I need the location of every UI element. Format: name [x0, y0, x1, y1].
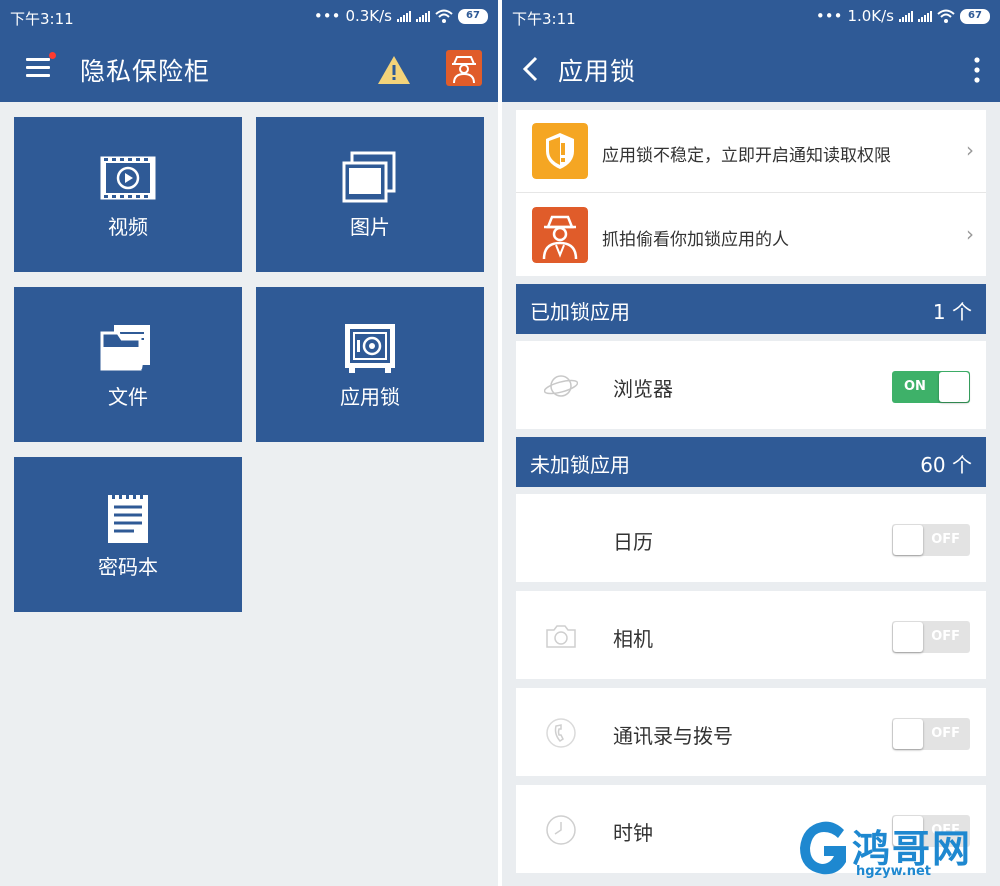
notification-dot	[49, 52, 56, 59]
signal-icon	[416, 10, 430, 22]
chevron-right-icon: ›	[966, 222, 974, 246]
folder-icon	[100, 325, 150, 371]
tile-pictures[interactable]: 图片	[256, 117, 484, 272]
app-bar: 隐私保险柜	[0, 34, 498, 102]
status-bar: 下午3:11 ••• 0.3K/s 67	[0, 0, 498, 34]
lock-toggle[interactable]: OFF	[892, 621, 970, 653]
app-name: 时钟	[613, 821, 653, 845]
divider	[516, 192, 986, 193]
notice-card: 应用锁不稳定，立即开启通知读取权限 › 抓拍偷看你加锁应用的人 ›	[516, 110, 986, 276]
page-title: 隐私保险柜	[80, 57, 211, 86]
watermark-logo-icon	[800, 821, 846, 875]
lock-toggle[interactable]: OFF	[892, 524, 970, 556]
back-arrow-icon[interactable]	[520, 56, 540, 82]
toggle-state: OFF	[931, 532, 960, 547]
notice-row-permission[interactable]: 应用锁不稳定，立即开启通知读取权限 ›	[516, 110, 986, 192]
tile-video[interactable]: 视频	[14, 117, 242, 272]
phone-icon	[546, 718, 576, 748]
app-name: 相机	[613, 627, 653, 651]
notice-text: 应用锁不稳定，立即开启通知读取权限	[602, 146, 891, 166]
app-name: 通讯录与拨号	[613, 724, 733, 748]
shield-warning-icon	[532, 123, 588, 179]
tile-notebook[interactable]: 密码本	[14, 457, 242, 612]
tile-files[interactable]: 文件	[14, 287, 242, 442]
pictures-icon	[342, 151, 396, 203]
tile-label: 密码本	[98, 555, 158, 579]
site-watermark: 鸿哥网 hgzyw.net	[788, 810, 1000, 886]
tile-label: 图片	[350, 215, 390, 239]
spy-icon	[532, 207, 588, 263]
dots-icon: •••	[815, 7, 843, 25]
lock-toggle[interactable]: ON	[892, 371, 970, 403]
toggle-state: OFF	[931, 629, 960, 644]
status-time: 下午3:11	[10, 10, 74, 28]
safe-icon	[345, 324, 395, 373]
warning-icon[interactable]	[376, 54, 412, 86]
app-name: 浏览器	[613, 377, 673, 401]
tile-app-lock[interactable]: 应用锁	[256, 287, 484, 442]
more-options-icon[interactable]	[972, 56, 982, 84]
network-speed: 1.0K/s	[847, 7, 894, 25]
section-count: 60 个	[920, 453, 972, 477]
watermark-url: hgzyw.net	[856, 864, 932, 879]
toggle-knob	[939, 372, 969, 402]
toggle-knob	[893, 719, 923, 749]
signal-icon	[918, 10, 932, 22]
status-indicators: ••• 0.3K/s 67	[314, 7, 488, 25]
browser-planet-icon	[544, 375, 578, 397]
section-name: 已加锁应用	[530, 300, 630, 324]
app-bar: 应用锁	[502, 34, 1000, 102]
toggle-state: ON	[904, 379, 926, 394]
section-count: 1 个	[932, 300, 972, 324]
video-film-icon	[100, 156, 156, 200]
signal-icon	[899, 10, 913, 22]
section-name: 未加锁应用	[530, 453, 630, 477]
dots-icon: •••	[313, 7, 341, 25]
tile-label: 应用锁	[340, 385, 400, 409]
page-title: 应用锁	[558, 57, 637, 86]
notepad-icon	[108, 491, 148, 543]
notice-text: 抓拍偷看你加锁应用的人	[602, 230, 789, 250]
network-speed: 0.3K/s	[345, 7, 392, 25]
spy-icon[interactable]	[446, 50, 482, 86]
app-name: 日历	[613, 530, 653, 554]
status-time: 下午3:11	[512, 10, 576, 28]
status-bar: 下午3:11 ••• 1.0K/s 67	[502, 0, 1000, 34]
unlocked-apps-header: 未加锁应用 60 个	[516, 437, 986, 487]
clock-icon	[546, 815, 576, 845]
battery-level: 67	[960, 8, 990, 24]
tile-label: 文件	[108, 385, 148, 409]
locked-apps-header: 已加锁应用 1 个	[516, 284, 986, 334]
wifi-icon	[435, 9, 453, 23]
menu-button[interactable]	[26, 52, 56, 78]
status-indicators: ••• 1.0K/s 67	[816, 7, 990, 25]
chevron-right-icon: ›	[966, 138, 974, 162]
signal-icon	[397, 10, 411, 22]
battery-level: 67	[458, 8, 488, 24]
app-lock-screen: 下午3:11 ••• 1.0K/s 67 应用锁 应用锁不稳定，立即开启通知读取…	[502, 0, 1000, 886]
toggle-knob	[893, 622, 923, 652]
privacy-vault-screen: 下午3:11 ••• 0.3K/s 67 隐私保险柜 视频 图片 文件 应用锁 …	[0, 0, 498, 886]
toggle-state: OFF	[931, 726, 960, 741]
wifi-icon	[937, 9, 955, 23]
tile-label: 视频	[108, 215, 148, 239]
app-row-browser[interactable]: 浏览器 ON	[516, 341, 986, 429]
app-row-calendar[interactable]: 日历 OFF	[516, 494, 986, 582]
lock-toggle[interactable]: OFF	[892, 718, 970, 750]
camera-icon	[546, 625, 576, 648]
notice-row-snapshot[interactable]: 抓拍偷看你加锁应用的人 ›	[516, 194, 986, 276]
app-row-contacts-dialer[interactable]: 通讯录与拨号 OFF	[516, 688, 986, 776]
app-row-camera[interactable]: 相机 OFF	[516, 591, 986, 679]
toggle-knob	[893, 525, 923, 555]
